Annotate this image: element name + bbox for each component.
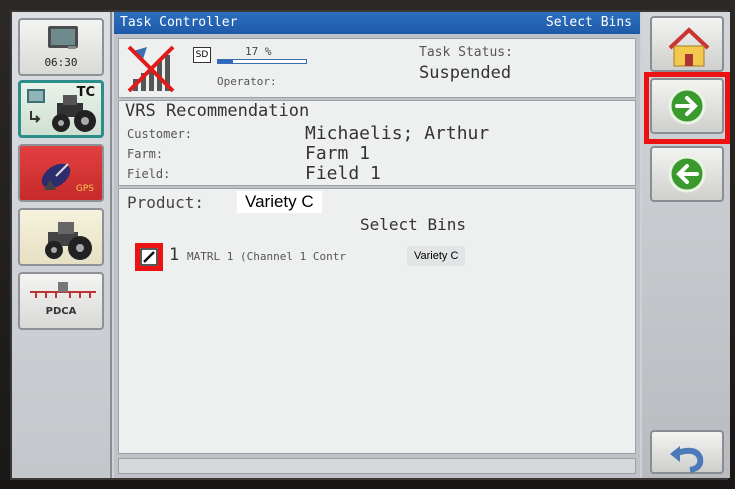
field-value: Field 1: [305, 163, 381, 184]
no-signal-icon: [127, 45, 175, 93]
field-label: Field:: [127, 167, 171, 181]
main-panel: Task Controller Select Bins SD 17 % Oper…: [114, 12, 640, 478]
product-panel: Product: Variety C Select Bins 1 MATRL 1…: [118, 188, 636, 454]
title-bar: Task Controller Select Bins: [114, 12, 640, 34]
bottom-status-strip: [118, 458, 636, 474]
sd-card-icon: SD: [193, 47, 211, 63]
gps-button[interactable]: GPS: [18, 144, 104, 202]
device-bezel: 06:30 TC GPS PDCA Task Controller Select…: [0, 0, 735, 489]
bin-number: 1: [169, 245, 180, 265]
arrow-right-icon: [668, 87, 706, 125]
left-sidebar: 06:30 TC GPS PDCA: [12, 12, 112, 478]
task-status-label: Task Status:: [419, 45, 513, 60]
product-label: Product:: [127, 193, 205, 212]
task-status-value: Suspended: [419, 63, 512, 83]
bin-variety-value[interactable]: Variety C: [407, 246, 466, 266]
product-value: Variety C: [237, 191, 322, 213]
pdca-button[interactable]: PDCA: [18, 272, 104, 330]
customer-value: Michaelis; Arthur: [305, 123, 490, 144]
arrow-left-icon: [668, 155, 706, 193]
home-button[interactable]: [650, 16, 724, 72]
screen-name: Select Bins: [545, 15, 632, 30]
bin-row: 1 MATRL 1 (Channel 1 Contr Variety C: [135, 243, 535, 271]
home-icon: [668, 27, 710, 67]
farm-label: Farm:: [127, 147, 164, 161]
customer-label: Customer:: [127, 127, 193, 141]
select-bins-heading: Select Bins: [360, 215, 466, 234]
task-controller-button[interactable]: TC: [18, 80, 104, 138]
bin-description: MATRL 1 (Channel 1 Contr: [187, 250, 346, 263]
undo-icon: [670, 446, 704, 473]
tc-label: TC: [76, 85, 95, 100]
operator-label: Operator:: [217, 75, 277, 88]
window-title: Task Controller: [120, 15, 238, 30]
back-button[interactable]: [650, 146, 724, 202]
checkmark-icon: [140, 248, 158, 266]
gps-label: GPS: [75, 184, 94, 194]
display-screen: 06:30 TC GPS PDCA Task Controller Select…: [10, 10, 730, 480]
progress-fill: [218, 60, 233, 63]
tractor-settings-button[interactable]: [18, 208, 104, 266]
right-sidebar: [642, 12, 730, 478]
clock-display: 06:30: [44, 56, 78, 69]
farm-value: Farm 1: [305, 143, 371, 164]
task-info-panel: VRS Recommendation Customer: Michaelis; …: [118, 100, 636, 186]
undo-button[interactable]: [650, 430, 724, 474]
bin-checkbox[interactable]: [135, 243, 163, 271]
tractor-icon: [45, 222, 92, 260]
status-panel: SD 17 % Operator: Task Status: Suspended: [118, 38, 636, 98]
task-name: VRS Recommendation: [125, 101, 310, 121]
next-button[interactable]: [650, 78, 724, 134]
progress-percent: 17 %: [245, 45, 272, 58]
progress-bar: [217, 59, 307, 64]
clock-monitor-button[interactable]: 06:30: [18, 18, 104, 76]
pdca-label: PDCA: [45, 306, 77, 317]
